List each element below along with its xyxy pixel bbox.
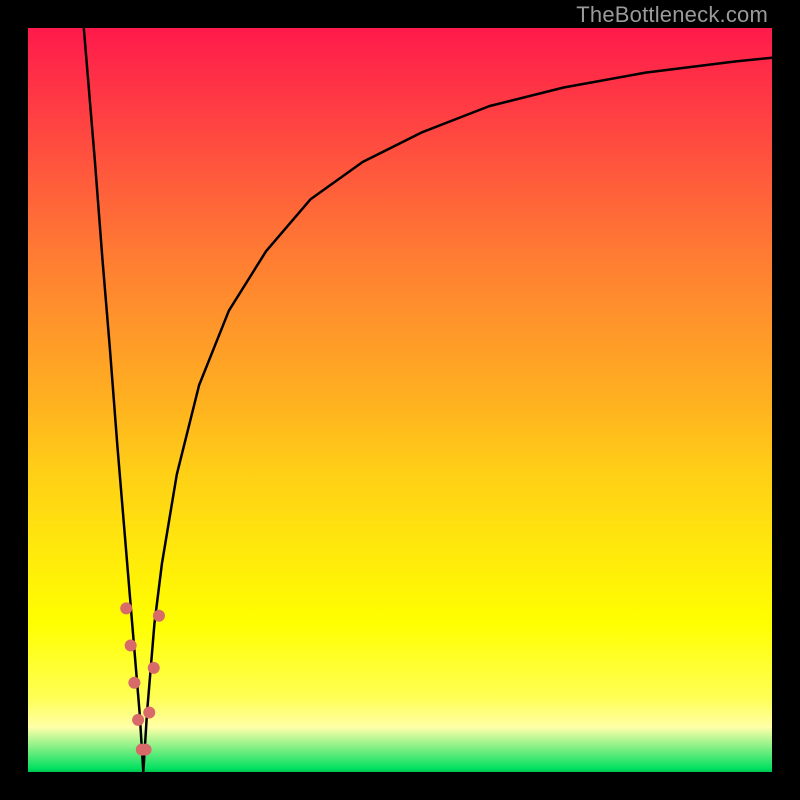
curve-left-branch	[84, 28, 144, 772]
highlight-dot	[143, 706, 155, 718]
highlight-dot	[132, 714, 144, 726]
highlight-dot	[140, 744, 152, 756]
highlight-dot	[153, 610, 165, 622]
highlight-dot	[120, 602, 132, 614]
highlight-dot	[148, 662, 160, 674]
curve-right-branch	[143, 58, 772, 772]
chart-frame: TheBottleneck.com	[0, 0, 800, 800]
curves-svg	[28, 28, 772, 772]
watermark-text: TheBottleneck.com	[576, 2, 768, 28]
plot-area	[28, 28, 772, 772]
highlight-dot	[128, 677, 140, 689]
highlight-dot	[125, 640, 137, 652]
